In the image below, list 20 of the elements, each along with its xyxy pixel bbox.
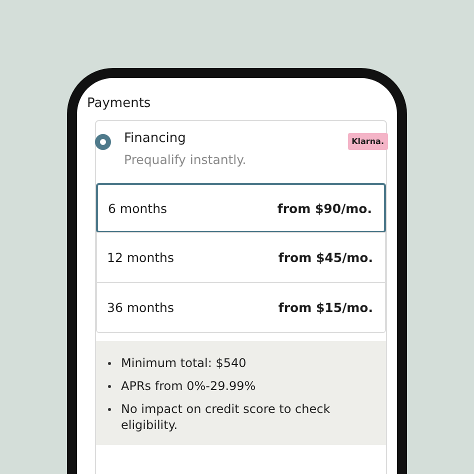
- detail-text: APRs from 0%-29.99%: [121, 378, 256, 394]
- detail-text: No impact on credit score to check eligibility.: [121, 401, 332, 433]
- plan-term: 12 months: [107, 250, 174, 265]
- plan-price: from $90/mo.: [277, 200, 372, 216]
- plan-price: from $15/mo.: [278, 300, 373, 315]
- plan-price: from $45/mo.: [278, 250, 373, 265]
- option-subtitle: Prequalify instantly.: [124, 152, 248, 167]
- section-title: Payments: [87, 96, 152, 111]
- bullet-icon: [108, 362, 111, 365]
- plan-option[interactable]: 12 months from $45/mo.: [97, 232, 385, 282]
- klarna-badge: Klarna.: [348, 133, 388, 150]
- plan-term: 6 months: [108, 200, 168, 216]
- plan-option[interactable]: 36 months from $15/mo.: [97, 282, 385, 332]
- plan-option[interactable]: 6 months from $90/mo.: [96, 183, 386, 233]
- bullet-icon: [108, 408, 111, 411]
- plan-term: 36 months: [107, 300, 174, 315]
- bullet-icon: [108, 385, 111, 388]
- detail-text: Minimum total: $540: [121, 355, 246, 371]
- option-title: Financing: [124, 131, 187, 146]
- radio-button[interactable]: [95, 134, 111, 150]
